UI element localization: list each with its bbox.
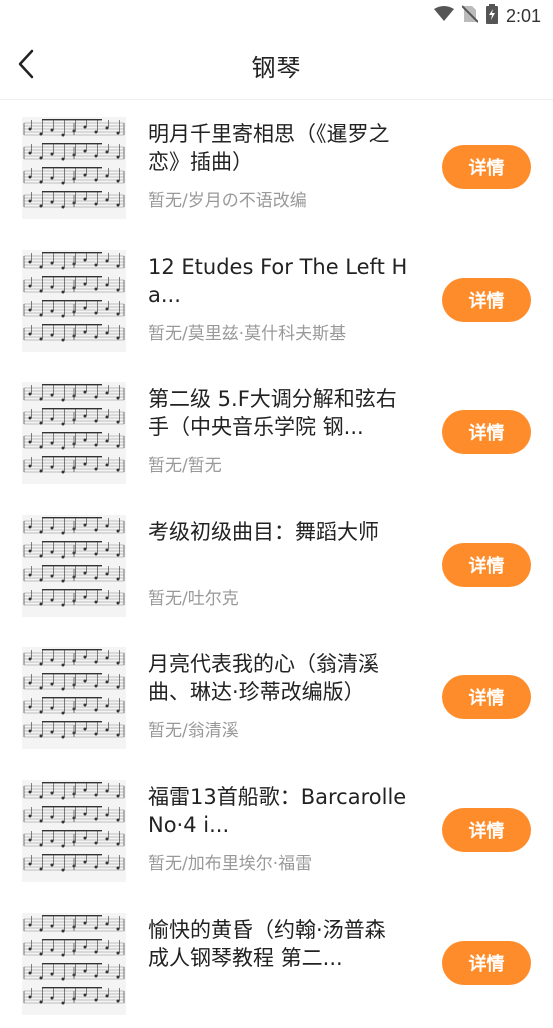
sheet-music-thumbnail bbox=[22, 779, 126, 882]
list-item[interactable]: 第二级 5.F大调分解和弦右手（中央音乐学院 钢... 暂无/暂无 详情 bbox=[0, 365, 553, 498]
detail-button[interactable]: 详情 bbox=[442, 277, 531, 322]
list-item[interactable]: 12 Etudes For The Left Ha... 暂无/莫里兹·莫什科夫… bbox=[0, 233, 553, 366]
song-title: 明月千里寄相思（《暹罗之恋》插曲） bbox=[148, 122, 390, 174]
sheet-music-thumbnail bbox=[22, 912, 126, 1015]
detail-button[interactable]: 详情 bbox=[442, 145, 531, 189]
song-subtitle: 暂无/莫里兹·莫什科夫斯基 bbox=[148, 323, 347, 344]
status-bar: 2:01 bbox=[0, 0, 553, 32]
song-subtitle: 暂无/加布里埃尔·福雷 bbox=[148, 853, 313, 874]
song-subtitle: 暂无/翁清溪 bbox=[148, 721, 239, 742]
page-title: 钢琴 bbox=[251, 54, 302, 82]
detail-button[interactable]: 详情 bbox=[442, 675, 531, 720]
sheet-music-thumbnail bbox=[22, 382, 126, 485]
song-subtitle: 暂无/暂无 bbox=[148, 456, 222, 477]
sheet-music-thumbnail bbox=[22, 249, 126, 352]
sheet-music-thumbnail bbox=[22, 117, 126, 219]
song-title: 月亮代表我的心（翁清溪曲、琳达·珍蒂改编版） bbox=[148, 652, 379, 705]
status-time: 2:01 bbox=[505, 5, 541, 26]
battery-icon bbox=[485, 4, 498, 28]
list-item[interactable]: 愉快的黄昏（约翰·汤普森 成人钢琴教程 第二... 详情 bbox=[0, 896, 553, 1028]
list-item[interactable]: 考级初级曲目：舞蹈大师 暂无/吐尔克 详情 bbox=[0, 498, 553, 631]
sheet-music-thumbnail bbox=[22, 514, 126, 617]
chevron-left-icon bbox=[17, 49, 35, 83]
song-subtitle: 暂无/岁月の不语改编 bbox=[148, 191, 307, 211]
song-title: 12 Etudes For The Left Ha... bbox=[148, 254, 408, 307]
list-item[interactable]: 明月千里寄相思（《暹罗之恋》插曲） 暂无/岁月の不语改编 详情 bbox=[0, 100, 553, 233]
list-item[interactable]: 福雷13首船歌：Barcarolle No·4 i... 暂无/加布里埃尔·福雷… bbox=[0, 763, 553, 896]
detail-button[interactable]: 详情 bbox=[442, 807, 531, 852]
song-list: 明月千里寄相思（《暹罗之恋》插曲） 暂无/岁月の不语改编 详情 12 Etude… bbox=[0, 100, 553, 1028]
status-icons bbox=[433, 4, 498, 28]
wifi-icon bbox=[433, 6, 454, 26]
song-title: 考级初级曲目：舞蹈大师 bbox=[148, 519, 379, 544]
song-title: 愉快的黄昏（约翰·汤普森 成人钢琴教程 第二... bbox=[148, 917, 386, 970]
song-title: 福雷13首船歌：Barcarolle No·4 i... bbox=[148, 784, 407, 837]
app-header: 钢琴 bbox=[0, 32, 553, 100]
song-subtitle: 暂无/吐尔克 bbox=[148, 588, 239, 609]
no-sim-icon bbox=[461, 5, 479, 27]
sheet-music-thumbnail bbox=[22, 647, 126, 750]
detail-button[interactable]: 详情 bbox=[442, 940, 531, 985]
list-item[interactable]: 月亮代表我的心（翁清溪曲、琳达·珍蒂改编版） 暂无/翁清溪 详情 bbox=[0, 630, 553, 763]
back-button[interactable] bbox=[8, 46, 44, 86]
detail-button[interactable]: 详情 bbox=[442, 410, 531, 455]
song-title: 第二级 5.F大调分解和弦右手（中央音乐学院 钢... bbox=[148, 387, 397, 440]
detail-button[interactable]: 详情 bbox=[442, 542, 531, 587]
